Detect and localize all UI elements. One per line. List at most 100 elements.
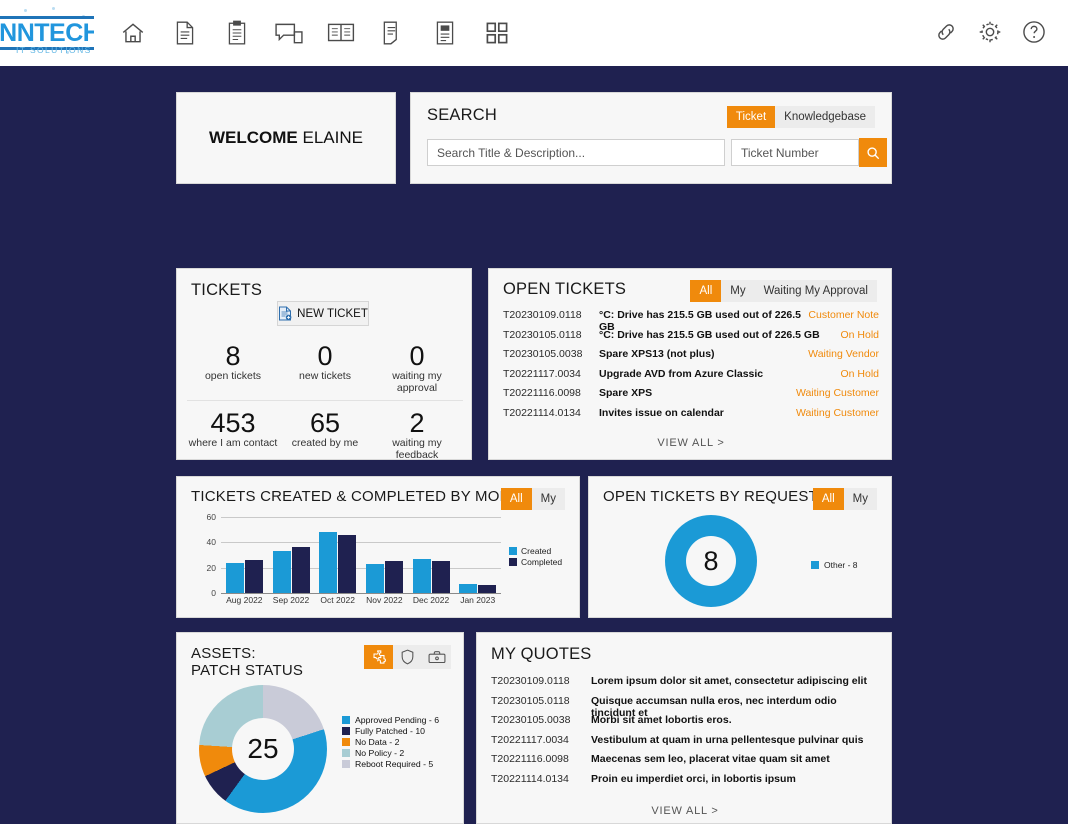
shield-icon[interactable] (393, 645, 422, 669)
document-icon[interactable] (170, 18, 200, 48)
help-icon[interactable] (1020, 18, 1048, 46)
patch-status-legend: Approved Pending - 6 Fully Patched - 10 No… (342, 715, 439, 769)
table-row[interactable]: T20221116.0098 Spare XPS Waiting Custome… (503, 387, 879, 407)
tab-ticket[interactable]: Ticket (726, 106, 776, 128)
home-icon[interactable] (118, 18, 148, 48)
quote-id: T20230105.0038 (491, 714, 571, 727)
list-item[interactable]: T20230105.0038 Morbi sit amet lobortis e… (491, 714, 879, 734)
legend-label: No Data - 2 (355, 736, 400, 747)
stat-new-tickets[interactable]: 0 new tickets (279, 341, 371, 394)
quotes-title: MY QUOTES (491, 645, 592, 663)
bar-chart-filter-tabs: All My (500, 488, 565, 510)
quote-text: Lorem ipsum dolor sit amet, consectetur … (591, 675, 867, 687)
ticket-subject: Upgrade AVD from Azure Classic (599, 367, 764, 380)
bar (431, 561, 450, 593)
donut-center-value: 25 (232, 718, 294, 780)
list-item[interactable]: T20221116.0098 Maecenas sem leo, placera… (491, 753, 879, 773)
table-row[interactable]: T20230109.0118 °C: Drive has 215.5 GB us… (503, 309, 879, 333)
open-tickets-view-all-link[interactable]: VIEW ALL > (503, 437, 879, 449)
stat-value: 0 (409, 341, 425, 371)
search-row (427, 138, 887, 167)
table-row[interactable]: T20230105.0118 °C: Drive has 215.5 GB us… (503, 329, 879, 349)
list-item[interactable]: T20230105.0118 Quisque accumsan nulla er… (491, 694, 879, 719)
tab-my[interactable]: My (843, 488, 877, 510)
invoice-icon[interactable] (430, 18, 460, 48)
x-tick-label: Jan 2023 (460, 595, 496, 605)
welcome-prefix: WELCOME (209, 128, 298, 147)
open-tickets-card: OPEN TICKETS All My Waiting My Approval … (488, 268, 892, 460)
tab-knowledgebase[interactable]: Knowledgebase (775, 106, 875, 128)
ticket-stats-row-top: 8 open tickets 0 new tickets 0 waiting m… (187, 341, 463, 401)
legend-swatch (342, 727, 350, 736)
stat-label: created by me (291, 437, 359, 449)
search-input[interactable] (427, 139, 725, 166)
bar-group (268, 517, 315, 593)
y-tick: 0 (211, 588, 216, 598)
legend-label: Fully Patched - 10 (355, 726, 426, 737)
ticket-id: T20221116.0098 (503, 387, 581, 400)
new-ticket-button[interactable]: NEW TICKET (277, 301, 369, 326)
tab-waiting-my-approval[interactable]: Waiting My Approval (754, 280, 877, 302)
bar (338, 534, 357, 593)
legend-item: No Policy - 2 (342, 747, 439, 758)
logo-tagline: IT SOLUTIONS (16, 45, 92, 55)
legend-swatch (342, 737, 350, 746)
bar (412, 558, 431, 593)
welcome-username: ELAINE (302, 128, 363, 147)
link-icon[interactable] (932, 18, 960, 46)
stat-created-by-me[interactable]: 65 created by me (279, 408, 371, 461)
grid-icon[interactable] (482, 18, 512, 48)
stat-open-tickets[interactable]: 8 open tickets (187, 341, 279, 394)
tab-my[interactable]: My (721, 280, 755, 302)
y-tick: 40 (206, 537, 216, 548)
legend-label: No Policy - 2 (355, 747, 405, 758)
ticket-number-input[interactable] (731, 139, 859, 166)
welcome-text: WELCOME ELAINE (209, 128, 363, 148)
status-badge: Waiting Vendor (808, 348, 879, 361)
legend-swatch (342, 748, 350, 757)
stat-value: 2 (409, 408, 425, 438)
stat-label: where I am contact (188, 437, 278, 449)
stat-where-i-am-contact[interactable]: 453 where I am contact (187, 408, 279, 461)
donut-center-value: 8 (686, 536, 736, 586)
pages-icon[interactable] (378, 18, 408, 48)
toolbox-icon[interactable] (422, 645, 451, 669)
chart-title: TICKETS CREATED & COMPLETED BY MONTH (191, 488, 532, 505)
devices-icon[interactable] (274, 18, 304, 48)
puzzle-icon[interactable] (364, 645, 393, 669)
book-icon[interactable] (326, 18, 356, 48)
tab-all[interactable]: All (812, 488, 844, 510)
quote-text: Proin eu imperdiet orci, in lobortis ips… (591, 772, 796, 785)
welcome-card: WELCOME ELAINE (176, 92, 396, 184)
bar-chart-legend: Created Completed (509, 545, 562, 567)
list-item[interactable]: T20221117.0034 Vestibulum at quam in urn… (491, 734, 879, 754)
utility-nav-icons (932, 18, 1048, 46)
legend-label: Completed (521, 556, 563, 567)
ticket-subject: °C: Drive has 215.5 GB used out of 226.5… (599, 328, 820, 341)
assets-patch-status-card: ASSETS: PATCH STATUS 25 Approved Pending… (176, 632, 464, 824)
quote-id: T20230105.0118 (491, 694, 570, 707)
stat-waiting-my-approval[interactable]: 0 waiting my approval (371, 341, 463, 394)
tab-all[interactable]: All (690, 280, 722, 302)
status-badge: On Hold (840, 367, 879, 380)
dashboard-body: WELCOME ELAINE SEARCH Ticket Knowledgeba… (0, 70, 1068, 824)
stat-label: waiting my approval (392, 370, 442, 394)
quotes-view-all-link[interactable]: VIEW ALL > (491, 805, 879, 817)
bar (244, 560, 263, 593)
gear-icon[interactable] (976, 18, 1004, 46)
list-item[interactable]: T20230109.0118 Lorem ipsum dolor sit ame… (491, 675, 879, 695)
table-row[interactable]: T20230105.0038 Spare XPS13 (not plus) Wa… (503, 348, 879, 368)
tab-my[interactable]: My (531, 488, 565, 510)
table-row[interactable]: T20221114.0134 Invites issue on calendar… (503, 407, 879, 427)
stat-waiting-my-feedback[interactable]: 2 waiting my feedback (371, 408, 463, 461)
table-row[interactable]: T20221117.0034 Upgrade AVD from Azure Cl… (503, 368, 879, 388)
company-logo[interactable]: ENNTECH IT SOLUTIONS (0, 5, 94, 61)
bar-series-container (221, 517, 501, 593)
request-type-filter-tabs: All My (812, 488, 877, 510)
quote-text: Maecenas sem leo, placerat vitae quam si… (591, 753, 830, 766)
clipboard-icon[interactable] (222, 18, 252, 48)
tab-all[interactable]: All (500, 488, 532, 510)
search-button[interactable] (859, 138, 887, 167)
quote-text: Morbi sit amet lobortis eros. (591, 714, 732, 727)
list-item[interactable]: T20221114.0134 Proin eu imperdiet orci, … (491, 773, 879, 793)
